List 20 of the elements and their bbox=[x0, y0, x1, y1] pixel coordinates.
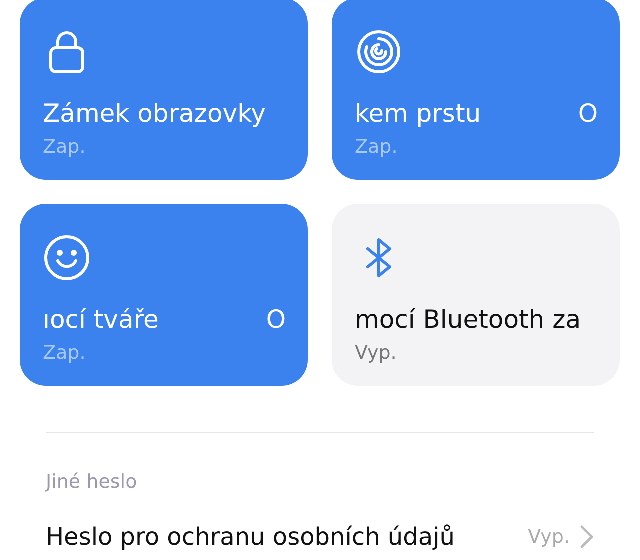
tile-status: Vyp. bbox=[355, 342, 397, 364]
setting-tile[interactable]: kem prstu O Zap. bbox=[332, 0, 620, 180]
tile-title: ıocí tváře bbox=[43, 304, 159, 336]
section-header: Jiné heslo bbox=[46, 471, 138, 493]
setting-label[interactable]: Heslo pro ochranu osobních údajů bbox=[46, 523, 518, 551]
chevron-icon bbox=[580, 525, 594, 549]
tile-title: mocí Bluetooth za bbox=[355, 304, 582, 336]
tile-title: Zámek obrazovky bbox=[43, 98, 266, 130]
tile-title: O bbox=[266, 304, 286, 336]
tile-status: Zap. bbox=[43, 342, 86, 364]
setting-tile[interactable]: Zámek obrazovky Zap. bbox=[20, 0, 308, 180]
tile-title: kem prstu bbox=[355, 98, 482, 130]
tile-status: Zap. bbox=[43, 136, 86, 158]
setting-tile[interactable]: mocí Bluetooth za Vyp. bbox=[332, 204, 620, 386]
tile-title: O bbox=[578, 98, 598, 130]
setting-value: Vyp. bbox=[528, 526, 570, 548]
setting-tile[interactable]: ıocí tváře O Zap. bbox=[20, 204, 308, 386]
smiley-icon bbox=[43, 234, 91, 282]
fingerprint-icon bbox=[355, 28, 403, 76]
tile-status: Zap. bbox=[355, 136, 398, 158]
